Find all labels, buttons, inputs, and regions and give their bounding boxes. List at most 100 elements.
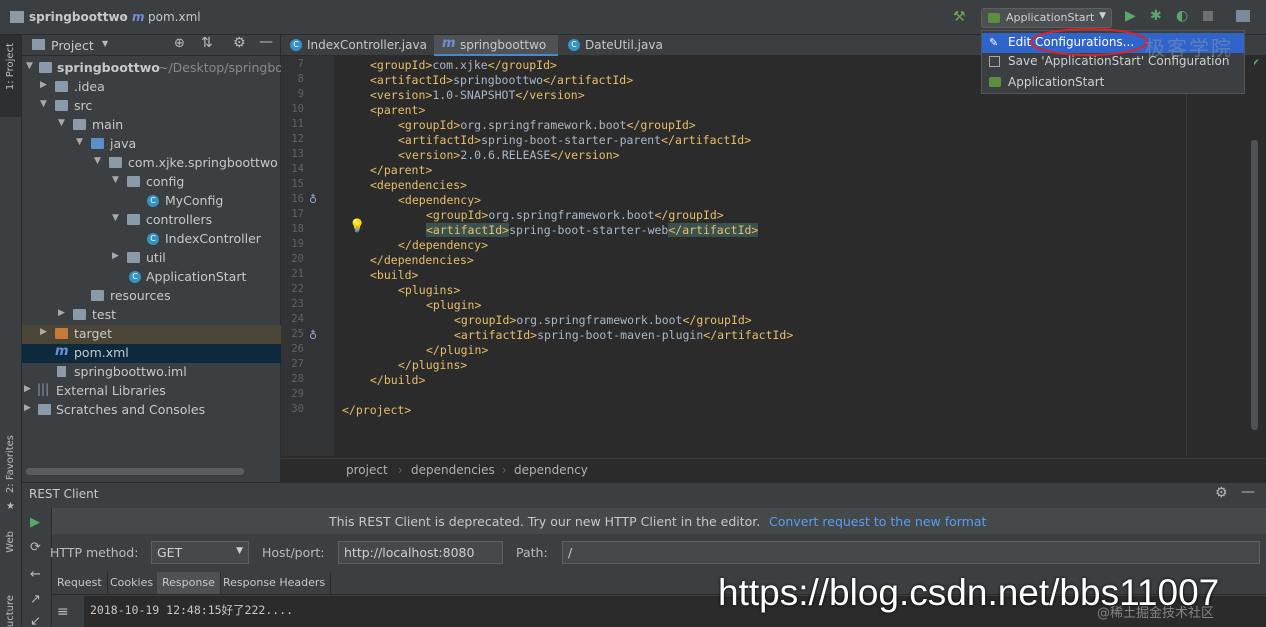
stop-icon[interactable]: [1203, 11, 1213, 21]
debug-icon[interactable]: ✱: [1150, 8, 1162, 24]
tab-pom[interactable]: m springboottwo ×: [434, 35, 558, 66]
tab-response[interactable]: Response: [157, 572, 221, 594]
code-line: <groupId>org.springframework.boot</group…: [454, 313, 752, 327]
expanded-arrow-icon: ▼: [94, 156, 101, 166]
line-number: 27: [291, 358, 304, 370]
host-port-input[interactable]: http://localhost:8080: [338, 541, 503, 564]
tree-item-util[interactable]: ▶ util: [22, 249, 281, 268]
breadcrumb-dependency[interactable]: dependency: [514, 463, 588, 477]
collapse-icon[interactable]: ↙: [30, 614, 41, 627]
tree-item-main[interactable]: ▼ main: [22, 116, 281, 135]
wrap-icon[interactable]: ≡: [57, 604, 69, 620]
project-structure-icon[interactable]: [1236, 10, 1250, 22]
tree-item-scratches[interactable]: ▶ Scratches and Consoles: [22, 401, 281, 420]
line-number: 10: [291, 103, 304, 115]
tree-item-target[interactable]: ▶ target: [22, 325, 281, 344]
breadcrumb-project[interactable]: project: [346, 463, 388, 477]
lightbulb-icon[interactable]: 💡: [349, 219, 365, 234]
menu-item-application-start[interactable]: ApplicationStart: [982, 73, 1244, 93]
class-icon: C: [129, 271, 141, 283]
http-method-select[interactable]: GET ▼: [151, 541, 249, 564]
tree-item-idea[interactable]: ▶ .idea: [22, 78, 281, 97]
minimize-icon[interactable]: —: [259, 34, 273, 50]
code-line: <artifactId>spring-boot-starter-web</art…: [426, 223, 759, 237]
back-arrow-icon[interactable]: ←: [30, 567, 41, 582]
project-view-label[interactable]: Project: [51, 38, 94, 53]
code-line: <plugins>: [398, 283, 461, 297]
gutter-marker-icon[interactable]: ♁: [309, 329, 317, 342]
minimize-icon[interactable]: —: [1241, 484, 1255, 500]
line-number: 14: [291, 163, 304, 175]
folder-icon: [73, 309, 86, 320]
code-editor[interactable]: <groupId>com.xjke</groupId> <artifactId>s…: [334, 56, 1254, 456]
tree-item-package[interactable]: ▼ com.xjke.springboottwo: [22, 154, 281, 173]
tab-request[interactable]: Request: [52, 572, 108, 594]
folder-icon: [55, 81, 68, 92]
path-input[interactable]: /: [562, 541, 1260, 564]
run-config-label: ApplicationStart: [1006, 11, 1095, 24]
tab-cookies[interactable]: Cookies: [105, 572, 160, 594]
line-number: 26: [291, 343, 304, 355]
code-line: <dependencies>: [370, 178, 467, 192]
breadcrumb-dependencies[interactable]: dependencies: [411, 463, 495, 477]
path-label: Path:: [516, 545, 548, 560]
spring-icon: [989, 77, 1001, 87]
vertical-scrollbar[interactable]: [1251, 140, 1258, 430]
collapsed-arrow-icon: ▶: [112, 251, 119, 261]
coverage-icon[interactable]: ◐: [1176, 8, 1188, 24]
tree-item-applicationstart[interactable]: C ApplicationStart: [22, 268, 281, 287]
tree-item-resources[interactable]: resources: [22, 287, 281, 306]
favorites-tool-button[interactable]: 2: Favorites: [5, 435, 16, 493]
send-request-icon[interactable]: ▶: [30, 515, 40, 530]
export-icon[interactable]: ↗: [30, 592, 41, 607]
package-icon: [127, 214, 140, 225]
folder-icon: [73, 119, 86, 130]
gear-icon[interactable]: ⚙: [1215, 485, 1228, 501]
code-line: <parent>: [370, 103, 426, 117]
top-watermark-logo: 极客学院: [1145, 36, 1233, 60]
collapsed-arrow-icon: ▶: [40, 80, 47, 90]
tab-indexcontroller[interactable]: C IndexController.java ×: [281, 35, 433, 66]
run-config-select[interactable]: ApplicationStart ▼: [981, 8, 1112, 28]
locate-icon[interactable]: ⊕: [174, 36, 185, 51]
horizontal-scrollbar[interactable]: [26, 468, 244, 475]
file-icon: [57, 366, 66, 377]
response-line: 2018-10-19 12:48:15好了222....: [90, 603, 294, 617]
excluded-folder-icon: [55, 328, 68, 339]
tree-item-springboottwo[interactable]: ▼ springboottwo ~/Desktop/springbo: [22, 59, 281, 78]
module-folder-icon: [39, 62, 52, 73]
run-icon[interactable]: ▶: [1125, 8, 1136, 24]
resources-folder-icon: [91, 290, 104, 301]
tree-item-config[interactable]: ▼ config: [22, 173, 281, 192]
gear-icon[interactable]: ⚙: [233, 35, 246, 51]
web-tool-button[interactable]: Web: [5, 531, 16, 553]
tab-response-headers[interactable]: Response Headers: [218, 572, 332, 594]
structure-tool-button[interactable]: ucture: [5, 595, 16, 627]
gutter-marker-icon[interactable]: ♁: [309, 193, 317, 206]
tree-item-indexcontroller[interactable]: C IndexController: [22, 230, 281, 249]
code-line: <plugin>: [426, 298, 482, 312]
class-icon: C: [147, 195, 159, 207]
breadcrumb-file[interactable]: pom.xml: [148, 10, 201, 24]
tree-item-controllers[interactable]: ▼ controllers: [22, 211, 281, 230]
tree-item-pom[interactable]: m pom.xml: [22, 344, 281, 363]
tree-item-src[interactable]: ▼ src: [22, 97, 281, 116]
tab-dateutil[interactable]: C DateUtil.java ×: [559, 35, 674, 66]
tree-item-iml[interactable]: springboottwo.iml: [22, 363, 281, 382]
project-tool-button[interactable]: 1: Project: [0, 35, 21, 117]
build-hammer-icon[interactable]: ⚒: [953, 9, 966, 25]
line-number: 7: [297, 58, 304, 70]
red-annotation-circle: [1030, 28, 1148, 56]
breadcrumb-project[interactable]: springboottwo: [29, 10, 128, 24]
tree-item-external-libraries[interactable]: ▶ ||| External Libraries: [22, 382, 281, 401]
convert-request-link[interactable]: Convert request to the new format: [769, 514, 986, 529]
line-number: 30: [291, 403, 304, 415]
tree-item-myconfig[interactable]: C MyConfig: [22, 192, 281, 211]
tree-item-test[interactable]: ▶ test: [22, 306, 281, 325]
refresh-icon[interactable]: ⟳: [30, 540, 41, 555]
expanded-arrow-icon: ▼: [112, 213, 119, 223]
tree-item-java[interactable]: ▼ java: [22, 135, 281, 154]
breadcrumb-separator: ›: [398, 463, 403, 477]
collapse-icon[interactable]: ⇅: [201, 35, 213, 51]
chevron-down-icon[interactable]: ▼: [102, 39, 108, 48]
